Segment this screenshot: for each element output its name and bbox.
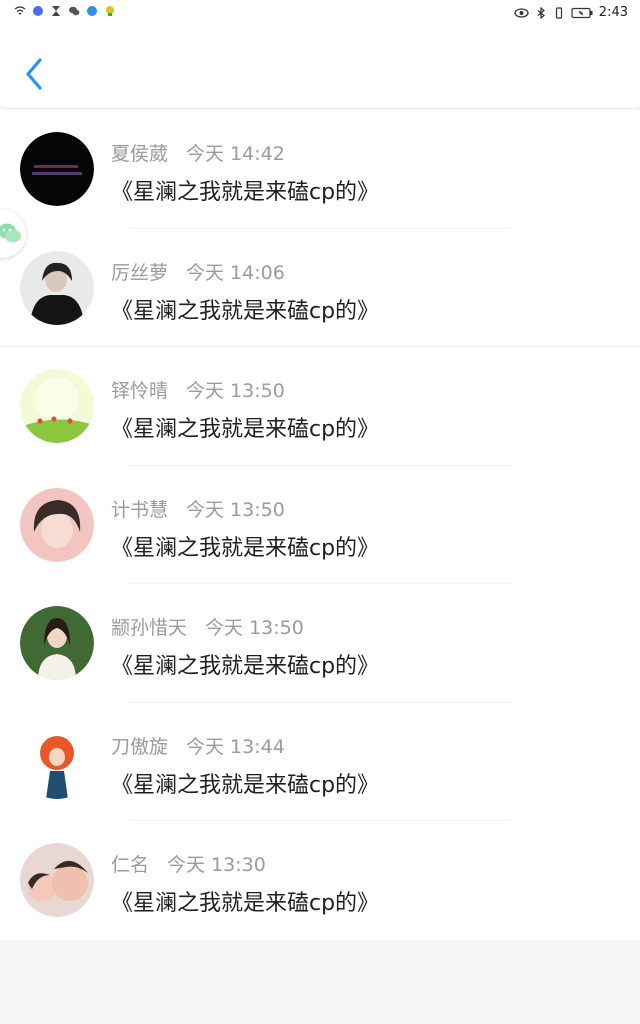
- avatar: [20, 250, 94, 325]
- avatar: [20, 487, 94, 562]
- bluetooth-icon: [537, 6, 545, 19]
- list-item[interactable]: 计书慧 今天 13:50 《星澜之我就是来磕cp的》: [0, 466, 640, 584]
- avatar: [20, 132, 94, 206]
- sender-name: 夏侯葳: [111, 143, 169, 165]
- sender-name: 刀傲旋: [111, 735, 169, 758]
- sender-name: 铎怜晴: [111, 380, 169, 402]
- message-header: 颛孙惜天 今天 13:50: [111, 613, 304, 640]
- wechat-icon: [0, 223, 21, 243]
- status-icons-left: [14, 5, 116, 17]
- list-item[interactable]: 夏侯葳 今天 14:42 《星澜之我就是来磕cp的》: [0, 110, 640, 229]
- avatar: [20, 843, 94, 917]
- message-time: 今天 13:30: [167, 854, 266, 876]
- sender-name: 厉丝萝: [111, 261, 169, 284]
- message-time: 今天 13:44: [186, 735, 285, 758]
- avatar: [20, 369, 94, 443]
- sender-name: 计书慧: [111, 498, 169, 521]
- battery-icon: [571, 7, 593, 18]
- browser-icon: [33, 6, 43, 16]
- message-time: 今天 13:50: [205, 617, 304, 639]
- message-header: 刀傲旋 今天 13:44: [111, 732, 285, 759]
- message-text: 《星澜之我就是来磕cp的》: [111, 891, 380, 916]
- app-icon: [87, 6, 97, 16]
- qq-icon: [106, 6, 114, 16]
- header-bar: [0, 28, 640, 109]
- message-header: 夏侯葳 今天 14:42: [111, 139, 285, 166]
- sender-name: 颛孙惜天: [111, 617, 188, 639]
- message-text: 《星澜之我就是来磕cp的》: [111, 535, 380, 561]
- wifi-icon: [14, 6, 26, 15]
- message-time: 今天 14:06: [186, 261, 285, 284]
- message-header: 厉丝萝 今天 14:06: [111, 258, 285, 285]
- back-icon[interactable]: [20, 56, 50, 92]
- list-item[interactable]: 颛孙惜天 今天 13:50 《星澜之我就是来磕cp的》: [0, 584, 640, 703]
- message-text: 《星澜之我就是来磕cp的》: [111, 772, 380, 798]
- message-time: 今天 13:50: [186, 380, 285, 402]
- message-header: 铎怜晴 今天 13:50: [111, 376, 285, 403]
- list-item[interactable]: 厉丝萝 今天 14:06 《星澜之我就是来磕cp的》: [0, 229, 640, 347]
- status-time: 2:43: [598, 5, 628, 20]
- list-item[interactable]: 仁名 今天 13:30 《星澜之我就是来磕cp的》: [0, 821, 640, 940]
- message-header: 计书慧 今天 13:50: [111, 495, 285, 522]
- message-text: 《星澜之我就是来磕cp的》: [111, 417, 380, 442]
- message-header: 仁名 今天 13:30: [111, 850, 266, 877]
- sender-name: 仁名: [111, 854, 150, 876]
- vibrate-icon: [555, 6, 562, 19]
- message-time: 今天 13:50: [186, 498, 285, 521]
- status-bar: 2:43: [0, 0, 640, 28]
- avatar: [20, 606, 94, 680]
- eye-icon: [514, 7, 529, 18]
- list-item[interactable]: 刀傲旋 今天 13:44 《星澜之我就是来磕cp的》: [0, 703, 640, 821]
- hourglass-icon: [52, 6, 60, 16]
- wechat-icon: [69, 6, 80, 16]
- message-list: 夏侯葳 今天 14:42 《星澜之我就是来磕cp的》 厉丝萝 今天 14:06 《星…: [0, 110, 640, 940]
- avatar: [20, 724, 94, 799]
- message-text: 《星澜之我就是来磕cp的》: [111, 180, 380, 205]
- message-text: 《星澜之我就是来磕cp的》: [111, 298, 380, 324]
- message-time: 今天 14:42: [186, 143, 285, 165]
- status-icons-right: 2:43: [514, 5, 628, 20]
- list-item[interactable]: 铎怜晴 今天 13:50 《星澜之我就是来磕cp的》: [0, 347, 640, 466]
- message-text: 《星澜之我就是来磕cp的》: [111, 654, 380, 679]
